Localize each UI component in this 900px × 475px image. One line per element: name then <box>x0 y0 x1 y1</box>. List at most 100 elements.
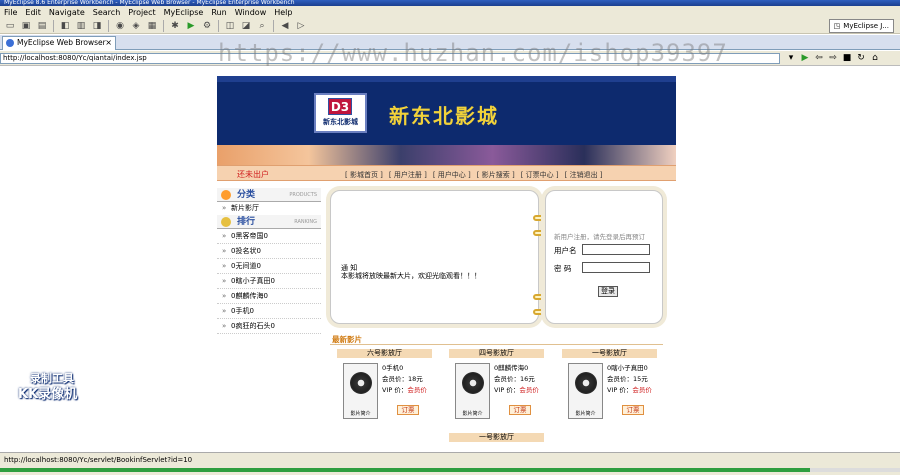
movie-poster[interactable]: 影片简介 <box>568 363 603 419</box>
tab-label: MyEclipse Web Browser <box>17 38 106 47</box>
menu-window[interactable]: Window <box>235 8 267 17</box>
username-input[interactable] <box>582 244 650 255</box>
nav-register[interactable]: [ 用户注册 ] <box>389 170 427 180</box>
site-logo: D3 新东北影城 <box>314 93 367 133</box>
home-icon[interactable]: ⌂ <box>870 53 880 63</box>
db-icon[interactable]: ◈ <box>130 20 142 32</box>
vip-price-label: VIP 价： <box>607 386 633 394</box>
menu-edit[interactable]: Edit <box>25 8 41 17</box>
book-button[interactable]: 订票 <box>397 405 419 415</box>
rank-item[interactable]: 0瞎小子真田0 <box>217 274 321 289</box>
city-skyline-image <box>217 145 676 165</box>
browser-icon <box>6 39 14 47</box>
member-price: 会员价：18元 <box>382 375 423 383</box>
movie-info: 0手机0 会员价：18元 VIP 价：会员价 <box>382 363 427 396</box>
vip-price-value: 会员价 <box>632 386 652 394</box>
search-icon[interactable]: ⌕ <box>256 20 268 32</box>
menu-search[interactable]: Search <box>93 8 120 17</box>
category-title: 分类 <box>237 190 256 200</box>
perspective-switcher[interactable]: ◳ MyEclipse J... <box>828 19 894 33</box>
category-item[interactable]: 新片影厅 <box>217 202 321 215</box>
rank-subtitle: RANKING <box>294 219 317 225</box>
external-tools-icon[interactable]: ⚙ <box>201 20 213 32</box>
member-price: 会员价：15元 <box>607 375 648 383</box>
vip-price-value: 会员价 <box>519 386 539 394</box>
server-icon[interactable]: ▥ <box>75 20 87 32</box>
rank-item[interactable]: 0麒麟传海0 <box>217 289 321 304</box>
movie-poster[interactable]: 影片简介 <box>343 363 378 419</box>
logo-caption: 新东北影城 <box>323 118 358 126</box>
vip-price-row: VIP 价：会员价 <box>382 385 427 396</box>
forward-icon[interactable]: ▷ <box>295 20 307 32</box>
save-icon[interactable]: ▣ <box>20 20 32 32</box>
dropdown-icon[interactable]: ▾ <box>786 53 796 63</box>
menu-project[interactable]: Project <box>128 8 155 17</box>
book-button[interactable]: 订票 <box>509 405 531 415</box>
new-icon[interactable]: ▭ <box>4 20 16 32</box>
password-input[interactable] <box>582 262 650 273</box>
rank-item[interactable]: 0疯狂的石头0 <box>217 319 321 334</box>
movie-title[interactable]: 0麒麟传海0 <box>494 363 539 374</box>
menu-myeclipse[interactable]: MyEclipse <box>164 8 204 17</box>
open-resource-icon[interactable]: ◪ <box>240 20 252 32</box>
back-icon[interactable]: ⇦ <box>814 53 824 63</box>
go-icon[interactable]: ▶ <box>800 53 810 63</box>
globe-icon[interactable]: ◉ <box>114 20 126 32</box>
toolbar-separator <box>53 19 54 32</box>
perspective-label: MyEclipse J... <box>843 22 889 30</box>
print-icon[interactable]: ▤ <box>36 20 48 32</box>
site-nav: 还未出户 [ 影城首页 ] [ 用户注册 ] [ 用户中心 ] [ 影片搜索 ]… <box>217 165 676 181</box>
nav-home[interactable]: [ 影城首页 ] <box>345 170 383 180</box>
toolbar-separator <box>163 19 164 32</box>
nav-logout[interactable]: [ 注销退出 ] <box>565 170 603 180</box>
menu-help[interactable]: Help <box>274 8 292 17</box>
movie-poster[interactable]: 影片简介 <box>455 363 490 419</box>
menu-navigate[interactable]: Navigate <box>49 8 85 17</box>
member-price: 会员价：16元 <box>494 375 535 383</box>
vip-price-label: VIP 价： <box>382 386 408 394</box>
login-button[interactable]: 登录 <box>598 286 618 297</box>
stop-icon[interactable]: ■ <box>842 53 852 63</box>
hall-card: 一号影放厅 <box>449 433 544 442</box>
rank-header: 排行 RANKING <box>217 215 321 229</box>
poster-label: 影片简介 <box>575 411 596 417</box>
movie-title[interactable]: 0手机0 <box>382 363 427 374</box>
browser-address-bar: http://localhost:8080/Yc/qiantai/index.j… <box>0 51 900 66</box>
rank-item[interactable]: 0无间道0 <box>217 259 321 274</box>
forward-icon[interactable]: ⇨ <box>828 53 838 63</box>
rank-item[interactable]: 0黑客帝国0 <box>217 229 321 244</box>
window-icon[interactable]: ▦ <box>146 20 158 32</box>
menu-file[interactable]: File <box>4 8 17 17</box>
login-status: 还未出户 <box>237 170 269 179</box>
perspective-icon: ◳ <box>833 22 841 30</box>
back-icon[interactable]: ◀ <box>279 20 291 32</box>
rank-item[interactable]: 0投名状0 <box>217 244 321 259</box>
hall-card: 一号影放厅 影片简介 0瞎小子真田0 会员价：15元 VIP 价：会员价 订票 <box>562 349 657 419</box>
load-progress-fill <box>0 468 810 472</box>
nav-booking-center[interactable]: [ 订票中心 ] <box>521 170 559 180</box>
url-input[interactable]: http://localhost:8080/Yc/qiantai/index.j… <box>0 53 780 64</box>
run-icon[interactable]: ▶ <box>185 20 197 32</box>
close-icon[interactable]: × <box>105 37 112 49</box>
hall-name: 一号影放厅 <box>449 433 544 442</box>
username-label: 用户名 <box>554 246 577 255</box>
latest-movies-header: 最新影片 <box>330 331 663 345</box>
rank-item[interactable]: 0手机0 <box>217 304 321 319</box>
nav-user-center[interactable]: [ 用户中心 ] <box>433 170 471 180</box>
tab-web-browser[interactable]: MyEclipse Web Browser × <box>2 36 116 50</box>
hall-name: 一号影放厅 <box>562 349 657 358</box>
recorder-line1: 录制工具 <box>30 372 74 385</box>
debug-icon[interactable]: ✱ <box>169 20 181 32</box>
movie-info: 0麒麟传海0 会员价：16元 VIP 价：会员价 <box>494 363 539 396</box>
nav-movie-search[interactable]: [ 影片搜索 ] <box>477 170 515 180</box>
movie-title[interactable]: 0瞎小子真田0 <box>607 363 652 374</box>
left-sidebar: 分类 PRODUCTS 新片影厅 排行 RANKING 0黑客帝国0 0投名状0… <box>217 188 321 338</box>
deploy-icon[interactable]: ◨ <box>91 20 103 32</box>
open-type-icon[interactable]: ◫ <box>224 20 236 32</box>
notice-text: 本影城将放映最新大片，欢迎光临观看！！！ <box>341 272 481 280</box>
menu-run[interactable]: Run <box>211 8 226 17</box>
book-button[interactable]: 订票 <box>622 405 644 415</box>
toolbar-separator <box>218 19 219 32</box>
refresh-icon[interactable]: ↻ <box>856 53 866 63</box>
package-icon[interactable]: ◧ <box>59 20 71 32</box>
